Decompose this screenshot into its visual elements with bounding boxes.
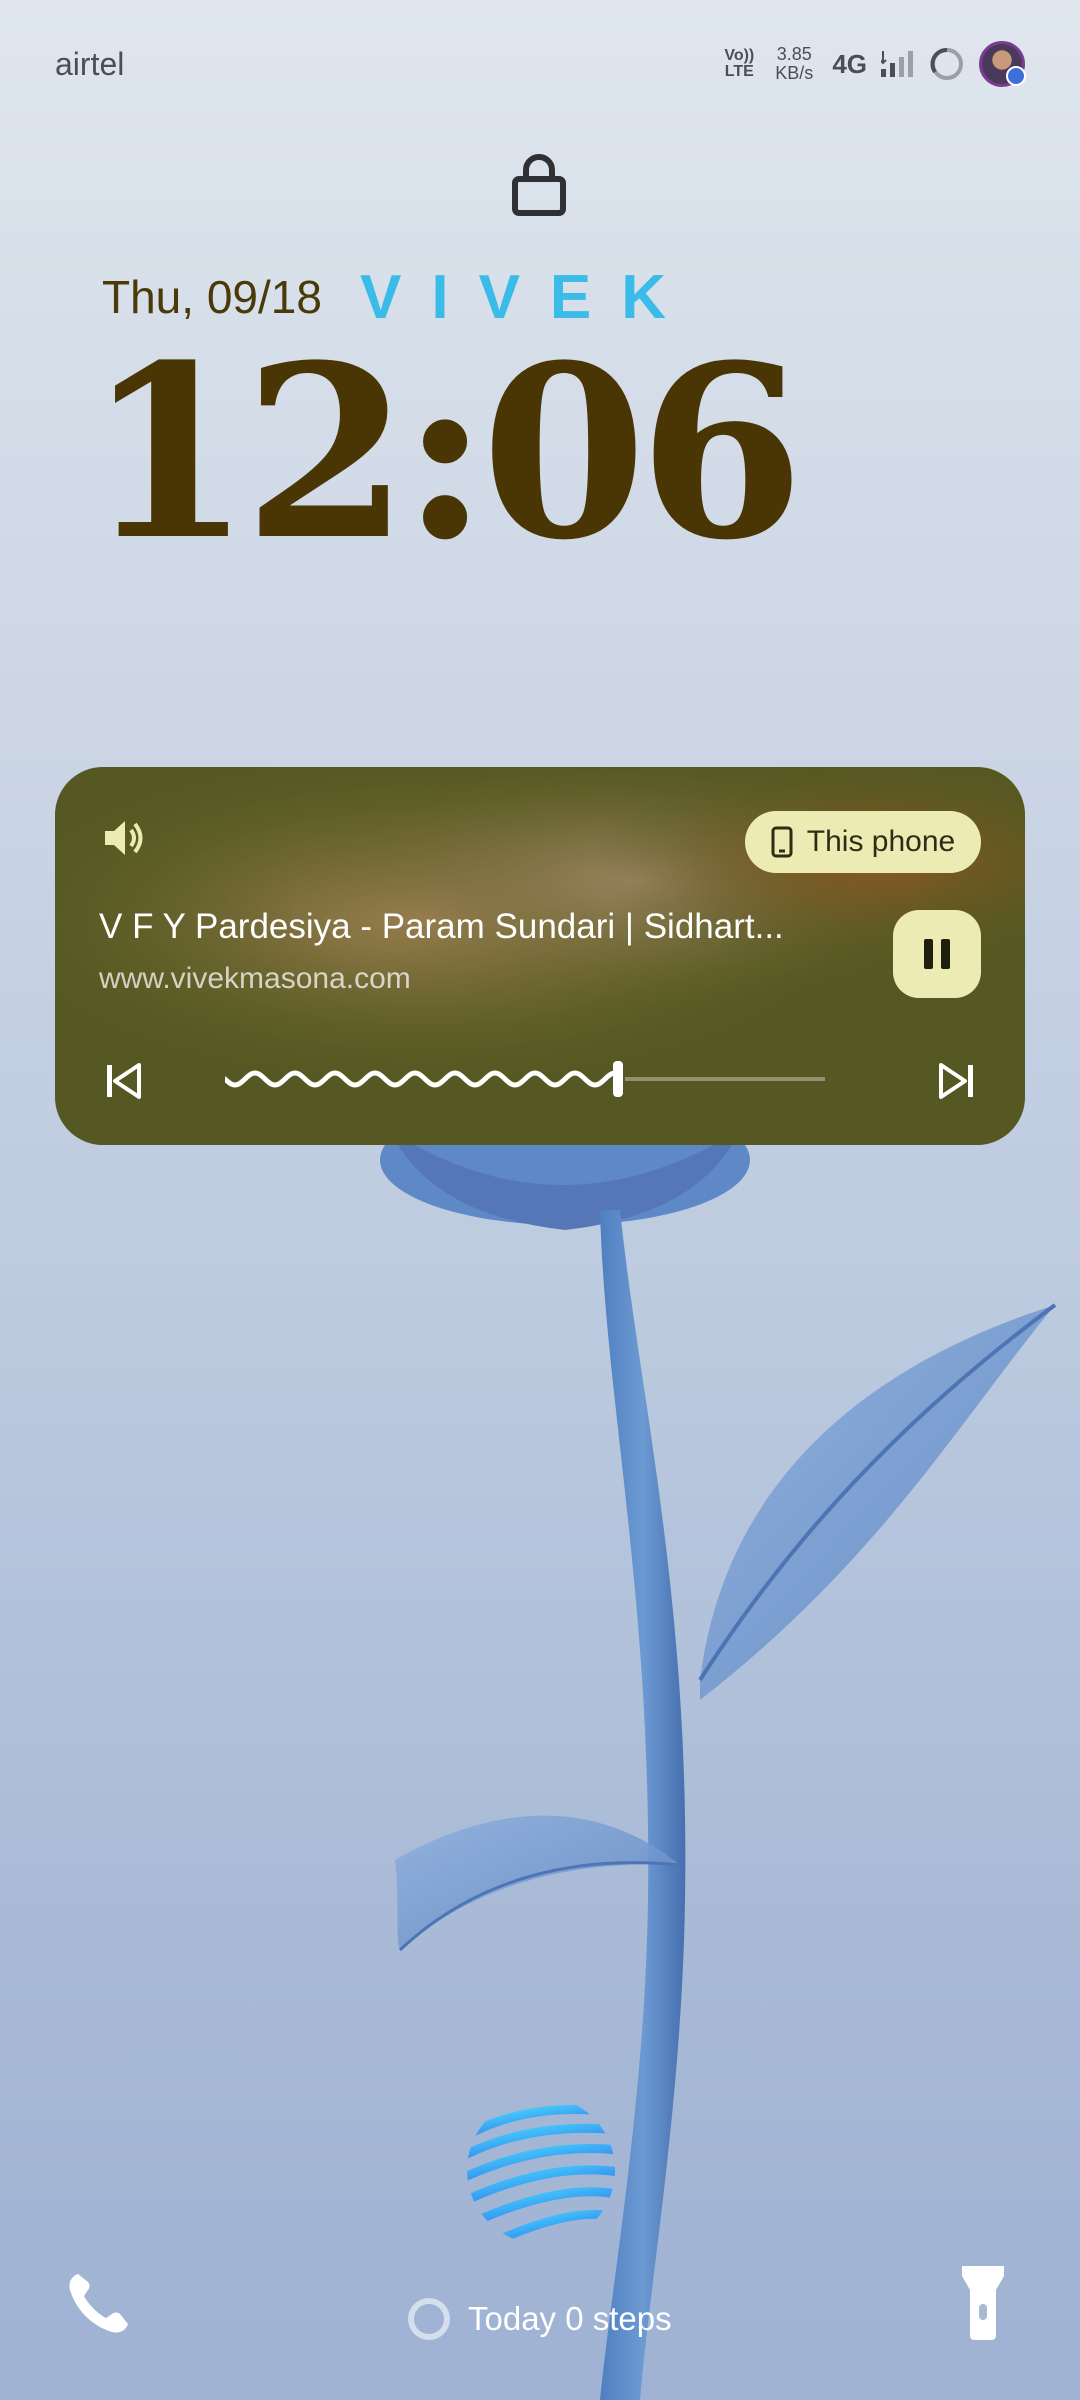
volte-indicator: Vo)) LTE	[724, 47, 755, 80]
lock-icon	[512, 154, 566, 216]
song-title: V F Y Pardesiya - Param Sundari | Sidhar…	[99, 907, 784, 946]
next-icon	[939, 1063, 973, 1099]
media-player-card[interactable]: This phone V F Y Pardesiya - Param Sunda…	[55, 767, 1025, 1145]
playback-seekbar[interactable]	[225, 1049, 825, 1109]
carrier-label: airtel	[55, 46, 125, 82]
phone-icon	[771, 826, 793, 858]
next-button[interactable]	[933, 1057, 981, 1105]
steps-label: Today 0 steps	[468, 2300, 672, 2337]
volume-icon[interactable]	[101, 815, 147, 861]
network-speed: 3.85 KB/s	[775, 44, 814, 83]
steps-ring-icon	[408, 2298, 450, 2340]
output-device-label: This phone	[806, 825, 956, 858]
battery-ring-icon	[930, 48, 963, 80]
pause-icon	[924, 939, 950, 969]
previous-icon	[107, 1063, 141, 1099]
song-subtitle: www.vivekmasona.com	[99, 962, 411, 995]
user-avatar[interactable]	[979, 41, 1026, 87]
status-icons: Vo)) LTE 3.85 KB/s 4G	[722, 38, 1026, 90]
status-bar: airtel Vo)) LTE 3.85 KB/s 4G	[0, 0, 1080, 130]
pause-button[interactable]	[893, 910, 981, 998]
step-counter[interactable]: Today 0 steps	[408, 2298, 672, 2340]
seekbar-thumb[interactable]	[613, 1061, 623, 1097]
globe-icon[interactable]	[463, 2092, 619, 2248]
seekbar-progress-wave	[225, 1070, 618, 1088]
signal-icon	[881, 51, 913, 77]
flashlight-icon[interactable]	[958, 2264, 1008, 2340]
network-type: 4G	[832, 48, 867, 79]
output-device-chip[interactable]: This phone	[745, 811, 981, 873]
call-icon[interactable]	[62, 2268, 134, 2340]
lockscreen-clock: 12:06	[86, 314, 804, 593]
previous-button[interactable]	[99, 1057, 147, 1105]
